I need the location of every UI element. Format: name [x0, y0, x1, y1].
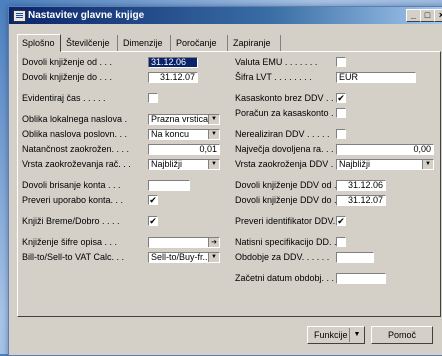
restore-button[interactable]: □ [420, 9, 435, 22]
vat-rounding-type-label: Vrsta zaokroženja DDV . . . [235, 159, 344, 169]
emu-currency-label: Valuta EMU . . . . . . . [235, 57, 318, 67]
business-address-format-select[interactable]: Na koncu ▼ [148, 129, 220, 140]
print-vat-specification-checkbox[interactable] [336, 237, 346, 247]
chevron-down-icon: ▼ [208, 160, 219, 169]
tab-numbering[interactable]: Številčenje [62, 35, 118, 51]
check-account-usage-checkbox[interactable]: ✔ [148, 195, 158, 205]
emu-currency-checkbox[interactable] [336, 57, 346, 67]
unrealized-vat-label: Nerealiziran DDV . . . . . [235, 129, 330, 139]
rounding-precision-label: Natančnost zaokrožen. . . . [22, 144, 130, 154]
general-tab-panel: Dovoli knjiženje od . . . 31.12.06 Dovol… [17, 51, 441, 317]
cash-discount-calc-label: Poračun za kasaskonto . . . [235, 108, 344, 118]
vat-period-label: Obdobje za DDV. . . . . . [235, 252, 330, 262]
vat-posting-to-label: Dovoli knjiženje DDV do . . [235, 195, 342, 205]
allow-posting-to-label: Dovoli knjiženje do . . . [22, 72, 113, 82]
local-address-format-value: Prazna vrstica... [151, 114, 216, 124]
chevron-down-icon: ▼ [349, 328, 364, 342]
rounding-type-select[interactable]: Najbližji ▼ [148, 159, 220, 170]
business-address-format-value: Na koncu [151, 129, 190, 139]
close-button[interactable]: × [434, 9, 442, 22]
vat-posting-from-label: Dovoli knjiženje DDV od . . [235, 180, 342, 190]
lcy-code-label: Šifra LVT . . . . . . . . [235, 72, 312, 82]
chevron-down-icon: ▼ [208, 130, 219, 139]
cash-discount-excl-vat-checkbox[interactable]: ✔ [336, 93, 346, 103]
allow-posting-from-label: Dovoli knjiženje od . . . [22, 57, 113, 67]
rounding-type-value: Najbližji [151, 159, 183, 169]
register-time-checkbox[interactable] [148, 93, 158, 103]
tab-general[interactable]: Splošno [17, 34, 61, 52]
allow-posting-from-field[interactable]: 31.12.06 [148, 57, 198, 68]
billto-vat-calc-label: Bill-to/Sell-to VAT Calc. . . [22, 252, 125, 262]
period-start-date-field[interactable] [336, 273, 386, 284]
billto-vat-calc-value: Sell-to/Buy-fr... [151, 252, 211, 262]
vat-period-field[interactable] [336, 252, 374, 263]
chevron-down-icon: ▼ [208, 115, 219, 124]
window-title: Nastavitev glavne knjige [28, 10, 145, 21]
functions-button[interactable]: Funkcije ▼ [307, 326, 365, 344]
lookup-arrow-icon[interactable]: ➔ [208, 238, 219, 247]
check-account-usage-label: Preveri uporabo konta. . . [22, 195, 124, 205]
register-time-label: Evidentiraj čas . . . . . [22, 93, 106, 103]
local-address-format-label: Oblika lokalnega naslova . [22, 114, 128, 124]
rounding-precision-field[interactable]: 0,01 [148, 144, 220, 155]
vat-posting-to-field[interactable]: 31.12.07 [336, 195, 386, 206]
chevron-down-icon: ▼ [208, 253, 219, 262]
setup-window: Nastavitev glavne knjige _ □ × Splošno Š… [8, 6, 442, 356]
post-debit-credit-label: Knjiži Breme/Dobro . . . . [22, 216, 120, 226]
chevron-down-icon: ▼ [422, 160, 433, 169]
vat-rounding-type-value: Najbližji [339, 159, 371, 169]
billto-vat-calc-select[interactable]: Sell-to/Buy-fr... ▼ [148, 252, 220, 263]
cash-discount-excl-vat-label: Kasaskonto brez DDV . . . [235, 93, 339, 103]
lcy-code-field[interactable]: EUR [336, 72, 416, 83]
tab-dimensions[interactable]: Dimenzije [119, 35, 171, 51]
allow-posting-to-field[interactable]: 31.12.07 [148, 72, 198, 83]
title-bar[interactable]: Nastavitev glavne knjige _ □ × [9, 7, 442, 24]
allow-delete-account-field[interactable] [148, 180, 190, 191]
help-button[interactable]: Pomoč [371, 326, 433, 344]
vat-posting-from-field[interactable]: 31.12.06 [336, 180, 386, 191]
period-start-date-label: Začetni datum obdobj. . . . [235, 273, 340, 283]
business-address-format-label: Oblika naslova poslovn. . . [22, 129, 128, 139]
check-vat-id-label: Preveri identifikator DDV. [235, 216, 336, 226]
allow-delete-account-label: Dovoli brisanje konta . . . [22, 180, 121, 190]
cash-discount-calc-checkbox[interactable] [336, 108, 346, 118]
check-vat-id-checkbox[interactable]: ✔ [336, 216, 346, 226]
max-allowed-rounding-label: Največja dovoljena ra. . . . [235, 144, 339, 154]
unrealized-vat-checkbox[interactable] [336, 129, 346, 139]
posting-description-code-label: Knjiženje šifre opisa . . . [22, 237, 118, 247]
minimize-button[interactable]: _ [406, 9, 421, 22]
rounding-type-label: Vrsta zaokroževanja rač. . . [22, 159, 131, 169]
post-debit-credit-checkbox[interactable]: ✔ [148, 216, 158, 226]
local-address-format-select[interactable]: Prazna vrstica... ▼ [148, 114, 220, 125]
functions-button-label: Funkcije [314, 330, 348, 340]
print-vat-specification-label: Natisni specifikacijo DD. . . [235, 237, 342, 247]
form-icon [13, 10, 26, 22]
max-allowed-rounding-field[interactable]: 0,00 [336, 144, 434, 155]
tab-closing[interactable]: Zapiranje [229, 35, 281, 51]
vat-rounding-type-select[interactable]: Najbližji ▼ [336, 159, 434, 170]
posting-description-code-field[interactable]: ➔ [148, 237, 220, 248]
tab-reporting[interactable]: Poročanje [172, 35, 228, 51]
